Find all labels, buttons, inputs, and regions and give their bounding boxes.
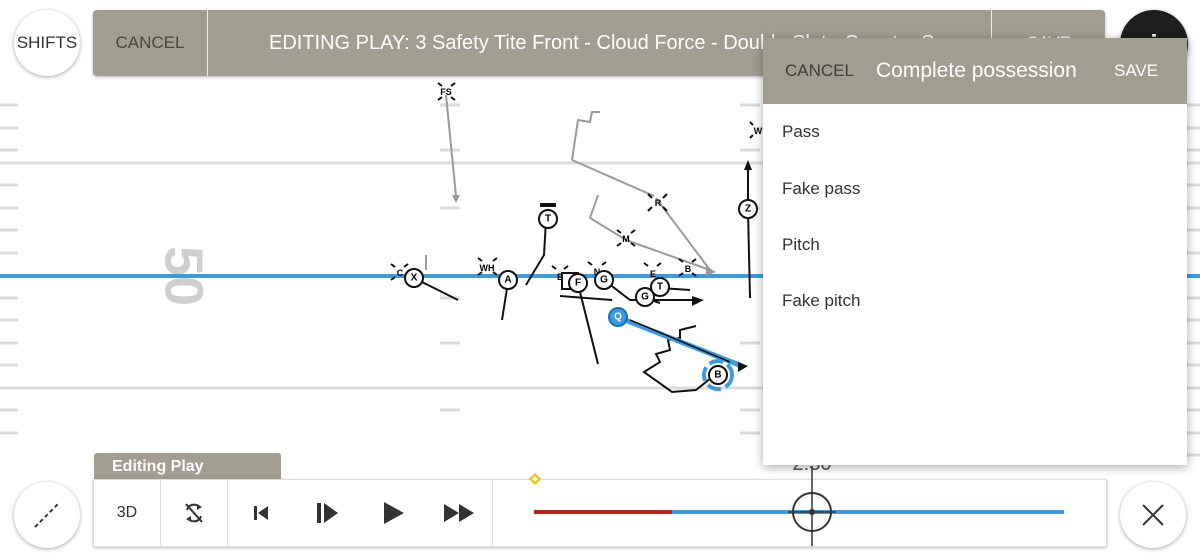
timeline-scrubber[interactable] [784,466,840,546]
fast-forward-icon [444,504,474,522]
toolbar-divider [492,480,493,546]
svg-text:Z: Z [745,204,751,215]
close-icon [1142,504,1164,526]
svg-text:R: R [655,198,662,208]
dialog-title: Complete possession [876,59,1077,82]
loop-off-icon [185,503,203,523]
skip-back-icon [254,506,268,520]
option-pitch[interactable]: Pitch [782,235,820,255]
svg-text:B: B [685,264,692,274]
player-g-left[interactable]: G [594,270,614,290]
skip-back-button[interactable] [228,480,294,546]
step-forward-icon [317,503,338,523]
svg-text:F: F [575,278,581,289]
svg-text:T: T [545,214,551,225]
player-f[interactable]: F [561,272,588,293]
dialog-cancel-button[interactable]: CANCEL [785,38,854,104]
complete-possession-dialog: CANCEL Complete possession SAVE Pass Fak… [763,38,1187,465]
defense-routes [425,94,711,271]
player-r[interactable]: R [647,193,668,212]
play-icon [384,502,404,524]
dialog-header: CANCEL Complete possession SAVE [763,38,1187,104]
option-fake-pass[interactable]: Fake pass [782,179,860,199]
svg-text:E: E [650,269,656,279]
player-q[interactable]: Q [608,307,628,327]
view-3d-button[interactable]: 3D [94,480,160,546]
fast-forward-button[interactable] [426,480,492,546]
header-divider [207,10,208,76]
loop-toggle-button[interactable] [161,480,227,546]
svg-text:WH: WH [480,263,495,273]
timeline-marker-icon[interactable] [528,472,542,486]
view-3d-label: 3D [116,504,138,521]
svg-text:B: B [714,370,721,381]
svg-text:C: C [397,268,404,278]
player-w[interactable]: W [749,121,763,139]
svg-text:A: A [504,275,511,286]
close-button[interactable] [1120,482,1186,548]
dashed-line-icon [34,502,60,528]
option-fake-pitch[interactable]: Fake pitch [782,291,860,311]
step-forward-button[interactable] [294,480,360,546]
timeline-elapsed [534,510,672,514]
shifts-label: SHIFTS [16,33,78,52]
draw-line-button[interactable] [14,482,80,548]
svg-text:M: M [622,234,630,244]
svg-text:X: X [411,273,418,284]
player-a[interactable]: A [498,270,518,290]
playback-toolbar: 3D [93,466,1107,547]
play-button[interactable] [360,480,426,546]
player-m[interactable]: M [616,229,636,247]
option-pass[interactable]: Pass [782,122,820,142]
player-z[interactable]: Z [738,199,758,219]
player-wh[interactable]: WH [477,257,498,276]
dialog-save-button[interactable]: SAVE [1114,38,1158,104]
offense-arrowheads [692,160,752,306]
svg-text:T: T [657,282,663,293]
header-cancel-button[interactable]: CANCEL [93,10,207,76]
svg-text:G: G [641,292,649,303]
player-t-right[interactable]: T [650,277,670,297]
player-x[interactable]: X [404,268,424,288]
player-b-selected[interactable]: B [702,359,734,391]
svg-text:Q: Q [614,312,622,323]
svg-text:FS: FS [440,87,452,97]
editing-play-tab: Editing Play [94,453,281,480]
shifts-button[interactable]: SHIFTS [14,10,80,76]
player-t-top[interactable]: T [538,209,558,229]
svg-text:G: G [600,275,608,286]
svg-text:W: W [754,126,763,136]
